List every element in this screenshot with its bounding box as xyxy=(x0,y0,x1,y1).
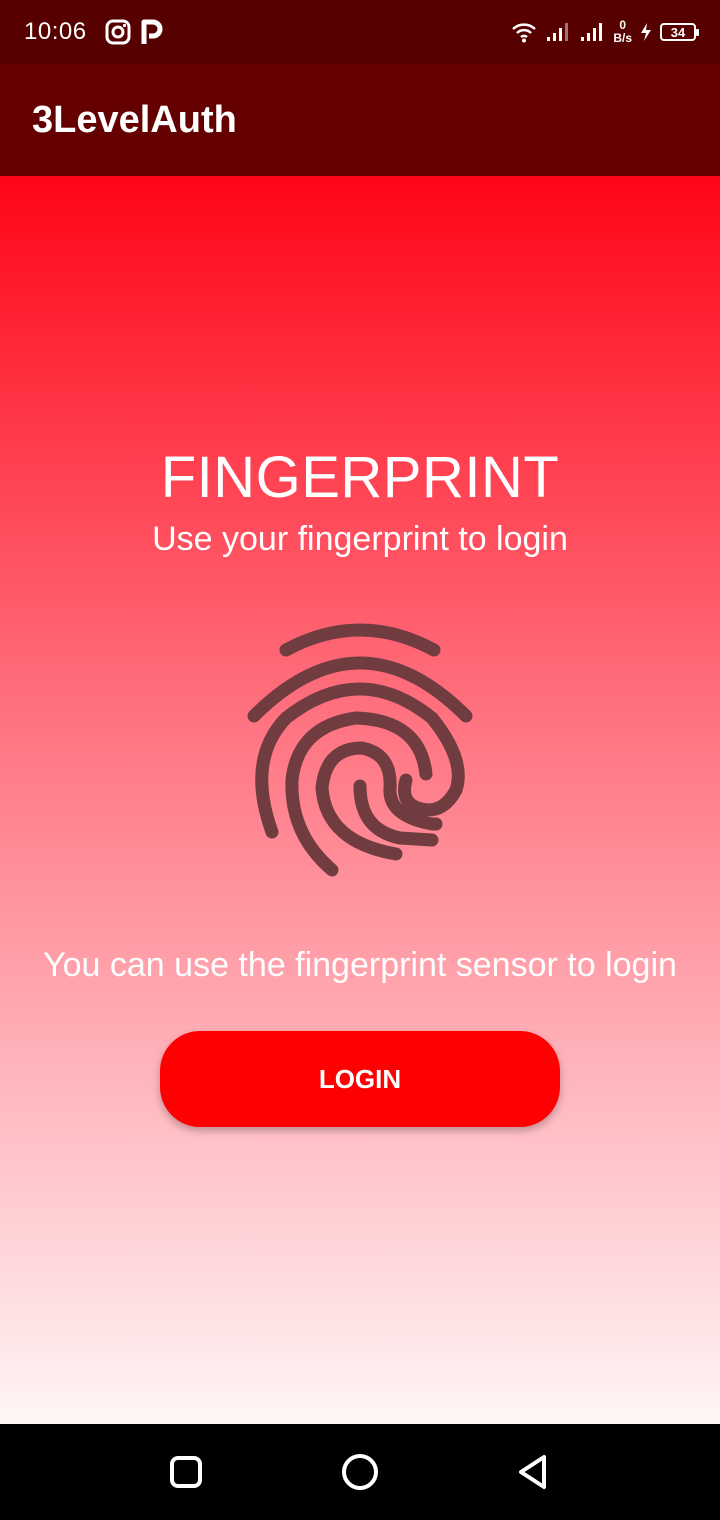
system-status-icons: 0 B/s 34 xyxy=(511,19,699,45)
login-button[interactable]: LOGIN xyxy=(160,1031,560,1127)
status-bar: 10:06 0 B/s 34 xyxy=(0,0,720,64)
app-bar: 3LevelAuth xyxy=(0,64,720,176)
wifi-icon xyxy=(512,23,537,43)
app-title: 3LevelAuth xyxy=(32,98,237,141)
page-subtitle: Use your fingerprint to login xyxy=(152,520,568,558)
navigation-bar xyxy=(0,1424,720,1520)
page-title: FINGERPRINT xyxy=(160,445,560,510)
signal-1-icon xyxy=(547,23,569,41)
fingerprint-hint: You can use the fingerprint sensor to lo… xyxy=(43,946,677,984)
charging-icon xyxy=(641,23,651,41)
net-speed-unit: B/s xyxy=(613,31,632,45)
net-speed: 0 B/s xyxy=(613,19,632,45)
fingerprint-icon xyxy=(247,623,473,877)
signal-2-icon xyxy=(581,23,603,41)
instagram-icon xyxy=(105,19,131,45)
p-app-icon xyxy=(141,19,163,44)
recents-button[interactable] xyxy=(166,1452,206,1492)
home-button[interactable] xyxy=(340,1452,380,1492)
battery-icon: 34 xyxy=(660,23,699,41)
main-content: FINGERPRINT Use your fingerprint to logi… xyxy=(0,176,720,1424)
back-button[interactable] xyxy=(514,1452,554,1492)
status-time: 10:06 xyxy=(24,18,87,45)
app-screen: 10:06 0 B/s 34 3LevelAuth FINGERPRINT Us… xyxy=(0,0,720,1520)
notification-icons xyxy=(105,19,163,45)
battery-level: 34 xyxy=(670,24,686,40)
